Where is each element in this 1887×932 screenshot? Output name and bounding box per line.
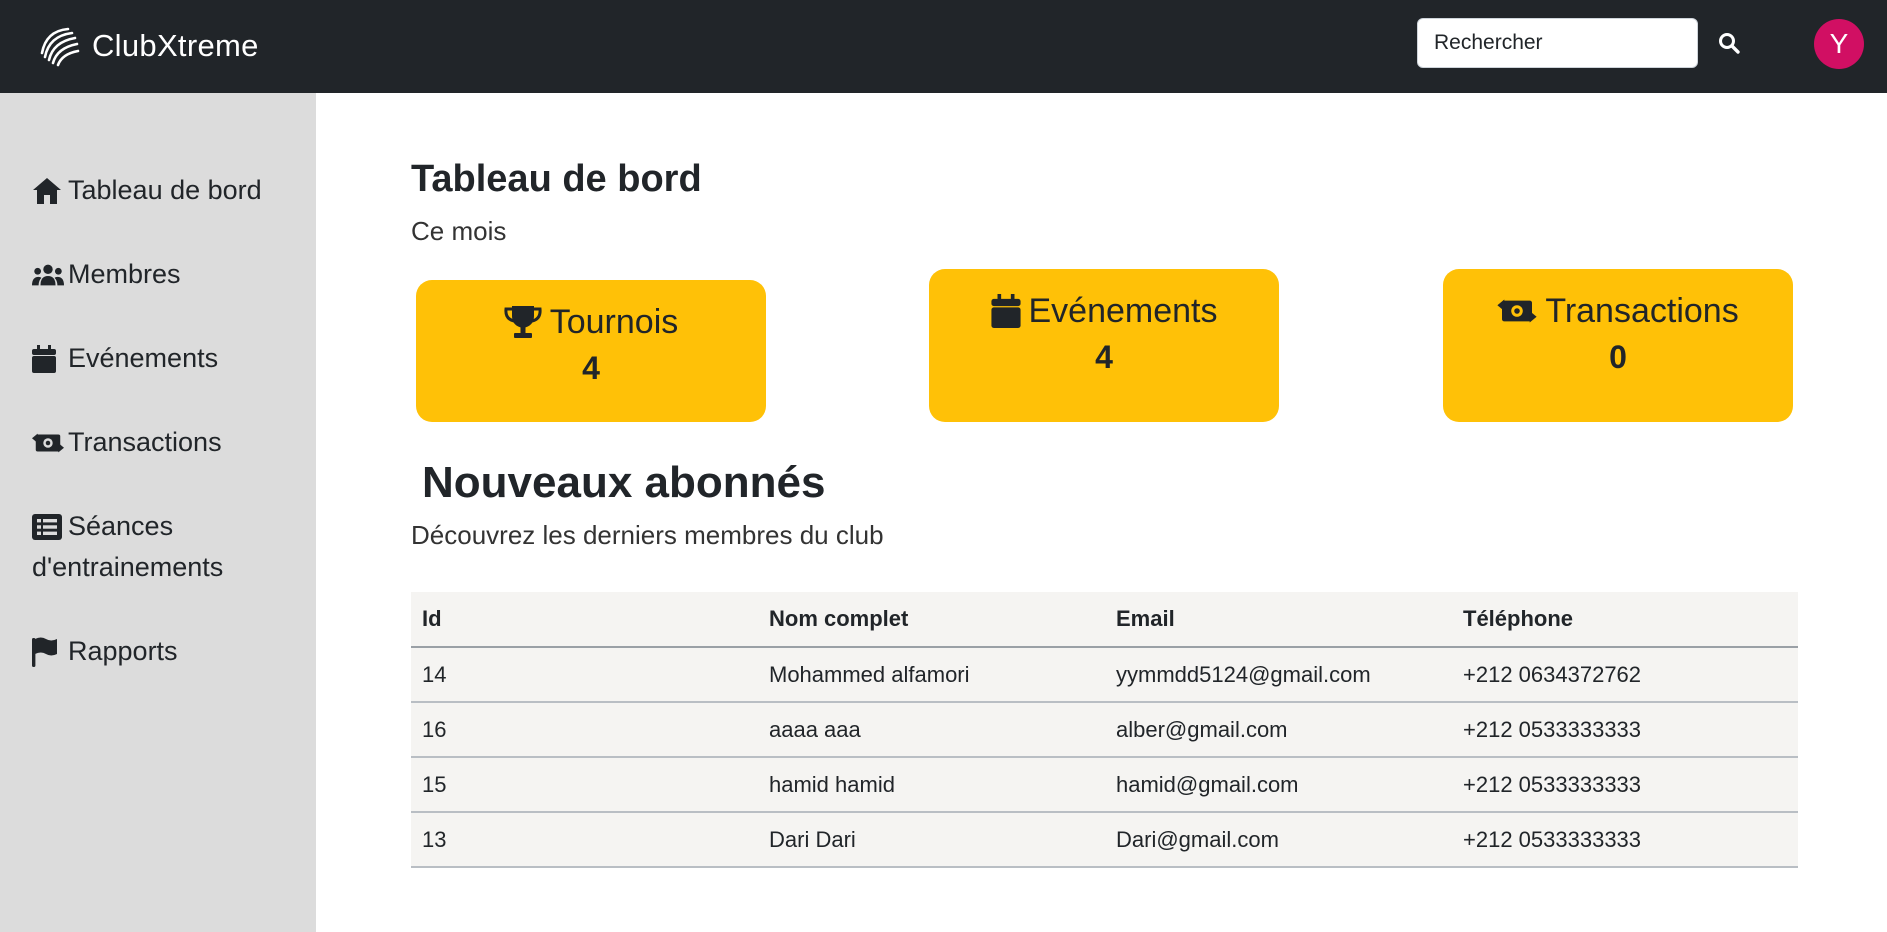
sidebar-item-label: Membres — [68, 259, 181, 289]
page-subtitle: Ce mois — [411, 216, 507, 246]
stat-card-transactions: Transactions 0 — [1443, 269, 1793, 422]
table-row[interactable]: 14 Mohammed alfamori yymmdd5124@gmail.co… — [411, 647, 1798, 703]
stat-label: Transactions — [1545, 291, 1739, 330]
cell-name: aaaa aaa — [758, 702, 1105, 758]
cell-email: yymmdd5124@gmail.com — [1105, 647, 1452, 703]
sidebar-item-label: Transactions — [68, 427, 222, 457]
cell-phone: +212 0634372762 — [1452, 647, 1798, 703]
table-row[interactable]: 15 hamid hamid hamid@gmail.com +212 0533… — [411, 757, 1798, 813]
calendar-icon — [32, 338, 64, 379]
table-header-row: Id Nom complet Email Téléphone — [411, 592, 1798, 648]
brand-link[interactable]: ClubXtreme — [36, 20, 259, 72]
stat-card-events: Evénements 4 — [929, 269, 1279, 422]
section-title: Nouveaux abonnés — [422, 458, 826, 507]
cell-phone: +212 0533333333 — [1452, 812, 1798, 868]
new-members-table: Id Nom complet Email Téléphone 14 Mohamm… — [411, 592, 1798, 868]
search-button[interactable] — [1712, 26, 1746, 60]
stat-label: Tournois — [549, 302, 679, 341]
avatar[interactable]: Y — [1814, 19, 1864, 69]
cell-id: 14 — [411, 647, 758, 703]
cell-name: Dari Dari — [758, 812, 1105, 868]
table-row[interactable]: 13 Dari Dari Dari@gmail.com +212 0533333… — [411, 812, 1798, 868]
cell-phone: +212 0533333333 — [1452, 757, 1798, 813]
sidebar-item-label: Rapports — [68, 636, 178, 666]
trophy-icon — [504, 304, 542, 340]
column-header-name[interactable]: Nom complet — [758, 592, 1105, 648]
money-exchange-icon — [1497, 296, 1537, 326]
sidebar: Tableau de bord Membres Evénements Trans… — [0, 93, 316, 932]
search-icon — [1719, 33, 1740, 54]
sidebar-item-members[interactable]: Membres — [32, 254, 302, 295]
stat-value: 4 — [1095, 339, 1113, 375]
column-header-phone[interactable]: Téléphone — [1452, 592, 1798, 648]
list-icon — [32, 506, 64, 547]
stat-value: 4 — [582, 350, 600, 386]
stat-card-tournaments: Tournois 4 — [416, 280, 766, 422]
cell-id: 13 — [411, 812, 758, 868]
table-row[interactable]: 16 aaaa aaa alber@gmail.com +212 0533333… — [411, 702, 1798, 758]
users-icon — [32, 254, 64, 295]
search-input[interactable] — [1417, 18, 1698, 68]
money-exchange-icon — [32, 422, 64, 463]
sidebar-item-events[interactable]: Evénements — [32, 338, 302, 379]
section-subtitle: Découvrez les derniers membres du club — [411, 520, 884, 550]
brand-name: ClubXtreme — [92, 28, 259, 63]
cell-id: 16 — [411, 702, 758, 758]
sidebar-item-label: Tableau de bord — [68, 175, 262, 205]
stat-label: Evénements — [1028, 291, 1218, 330]
calendar-icon — [990, 294, 1021, 328]
sidebar-item-training-sessions[interactable]: Séances d'entrainements — [32, 506, 302, 588]
column-header-id[interactable]: Id — [411, 592, 758, 648]
cell-id: 15 — [411, 757, 758, 813]
stat-value: 0 — [1609, 339, 1627, 375]
brand-logo-icon — [40, 27, 80, 67]
sidebar-item-transactions[interactable]: Transactions — [32, 422, 302, 463]
sidebar-item-dashboard[interactable]: Tableau de bord — [32, 170, 302, 211]
sidebar-item-reports[interactable]: Rapports — [32, 631, 302, 672]
column-header-email[interactable]: Email — [1105, 592, 1452, 648]
flag-icon — [32, 631, 64, 672]
cell-email: Dari@gmail.com — [1105, 812, 1452, 868]
page-title: Tableau de bord — [411, 158, 702, 200]
cell-email: alber@gmail.com — [1105, 702, 1452, 758]
cell-name: hamid hamid — [758, 757, 1105, 813]
cell-name: Mohammed alfamori — [758, 647, 1105, 703]
home-icon — [32, 170, 64, 211]
top-navbar: ClubXtreme Y — [0, 0, 1887, 93]
sidebar-item-label: Evénements — [68, 343, 219, 373]
cell-email: hamid@gmail.com — [1105, 757, 1452, 813]
cell-phone: +212 0533333333 — [1452, 702, 1798, 758]
